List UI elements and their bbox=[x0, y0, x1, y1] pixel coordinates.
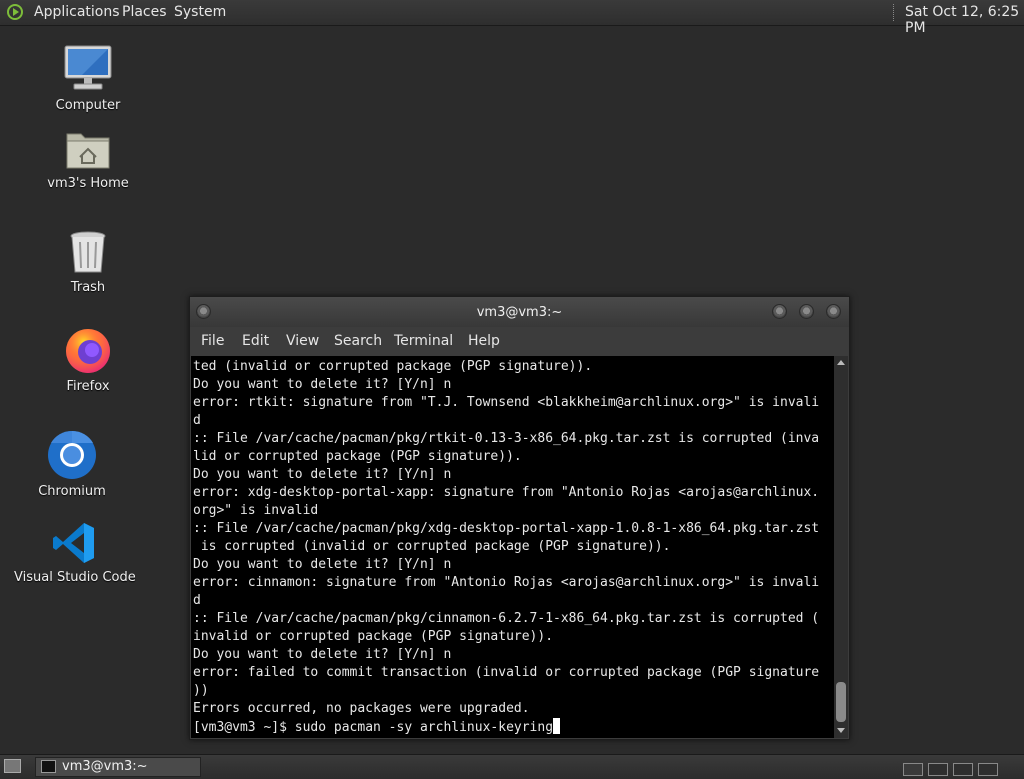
panel-separator bbox=[893, 4, 896, 21]
terminal-line: d bbox=[193, 593, 201, 608]
desktop-icon-label: Computer bbox=[55, 98, 121, 113]
desktop-icon-home[interactable]: vm3's Home bbox=[28, 128, 148, 191]
chromium-icon bbox=[48, 430, 96, 479]
terminal-line: :: File /var/cache/pacman/pkg/rtkit-0.13… bbox=[193, 431, 820, 446]
workspace-3[interactable] bbox=[953, 763, 973, 776]
terminal-line: error: failed to commit transaction (inv… bbox=[193, 665, 820, 680]
desktop-icon-label: Chromium bbox=[38, 484, 106, 499]
desktop-icon-label: Firefox bbox=[66, 379, 110, 394]
terminal-line: error: rtkit: signature from "T.J. Towns… bbox=[193, 395, 820, 410]
computer-icon bbox=[64, 45, 112, 90]
desktop-icon-trash[interactable]: Trash bbox=[28, 228, 148, 295]
terminal-line: Do you want to delete it? [Y/n] n bbox=[193, 557, 452, 572]
applications-menu-icon[interactable] bbox=[7, 4, 23, 20]
workspace-2[interactable] bbox=[928, 763, 948, 776]
desktop-icon-vscode[interactable]: Visual Studio Code bbox=[14, 520, 136, 585]
close-button[interactable] bbox=[826, 304, 841, 319]
terminal-line: :: File /var/cache/pacman/pkg/xdg-deskto… bbox=[193, 521, 820, 536]
desktop-icon-label: Visual Studio Code bbox=[14, 570, 136, 585]
desktop-icon-chromium[interactable]: Chromium bbox=[12, 430, 132, 499]
places-menu[interactable]: Places bbox=[122, 4, 167, 20]
text-cursor bbox=[553, 718, 561, 734]
menu-file[interactable]: File bbox=[201, 333, 224, 349]
clock[interactable]: Sat Oct 12, 6:25 PM bbox=[905, 4, 1024, 36]
terminal-output[interactable]: ted (invalid or corrupted package (PGP s… bbox=[191, 356, 834, 738]
taskbar-item-label: vm3@vm3:~ bbox=[62, 759, 148, 774]
firefox-icon bbox=[66, 329, 110, 373]
menu-help[interactable]: Help bbox=[468, 333, 500, 349]
top-panel: Applications Places System Sat Oct 12, 6… bbox=[0, 0, 1024, 36]
terminal-text: ted (invalid or corrupted package (PGP s… bbox=[193, 358, 819, 737]
scroll-down-arrow-icon[interactable] bbox=[837, 728, 845, 733]
terminal-line: is corrupted (invalid or corrupted packa… bbox=[193, 539, 671, 554]
terminal-line: Do you want to delete it? [Y/n] n bbox=[193, 467, 452, 482]
taskbar-item-terminal[interactable]: vm3@vm3:~ bbox=[35, 757, 201, 777]
home-folder-icon bbox=[66, 133, 110, 169]
vscode-icon bbox=[53, 523, 94, 563]
terminal-line: :: File /var/cache/pacman/pkg/cinnamon-6… bbox=[193, 611, 820, 626]
terminal-line: ted (invalid or corrupted package (PGP s… bbox=[193, 359, 593, 374]
terminal-window[interactable]: vm3@vm3:~ File Edit View Search Terminal… bbox=[189, 296, 850, 740]
terminal-line: org>" is invalid bbox=[193, 503, 319, 518]
terminal-line: Errors occurred, no packages were upgrad… bbox=[193, 701, 530, 716]
terminal-line: lid or corrupted package (PGP signature)… bbox=[193, 449, 522, 464]
bottom-panel: vm3@vm3:~ bbox=[0, 754, 1024, 779]
shell-prompt: [vm3@vm3 ~]$ bbox=[193, 720, 295, 735]
command-input[interactable]: sudo pacman -sy archlinux-keyring bbox=[295, 720, 553, 735]
system-menu[interactable]: System bbox=[174, 4, 226, 20]
terminal-line: error: cinnamon: signature from "Antonio… bbox=[193, 575, 820, 590]
menu-view[interactable]: View bbox=[286, 333, 319, 349]
terminal-line: invalid or corrupted package (PGP signat… bbox=[193, 629, 554, 644]
window-title: vm3@vm3:~ bbox=[476, 305, 563, 320]
terminal-line: d bbox=[193, 413, 201, 428]
terminal-line: Do you want to delete it? [Y/n] n bbox=[193, 647, 452, 662]
maximize-button[interactable] bbox=[799, 304, 814, 319]
terminal-line: Do you want to delete it? [Y/n] n bbox=[193, 377, 452, 392]
menu-edit[interactable]: Edit bbox=[242, 333, 269, 349]
terminal-title-bar[interactable]: vm3@vm3:~ bbox=[190, 297, 849, 327]
scroll-up-arrow-icon[interactable] bbox=[837, 360, 845, 365]
terminal-line: error: xdg-desktop-portal-xapp: signatur… bbox=[193, 485, 820, 500]
workspace-1[interactable] bbox=[903, 763, 923, 776]
desktop-icon-label: vm3's Home bbox=[47, 176, 129, 191]
terminal-line: )) bbox=[193, 683, 209, 698]
terminal-menubar: File Edit View Search Terminal Help bbox=[190, 327, 849, 355]
show-desktop-icon[interactable] bbox=[4, 759, 21, 773]
minimize-button[interactable] bbox=[772, 304, 787, 319]
menu-search[interactable]: Search bbox=[334, 333, 382, 349]
desktop-icon-computer[interactable]: Computer bbox=[28, 44, 148, 113]
scrollbar-thumb[interactable] bbox=[836, 682, 846, 722]
trash-icon bbox=[70, 231, 106, 273]
terminal-icon bbox=[41, 760, 56, 773]
terminal-scrollbar[interactable] bbox=[834, 356, 848, 738]
desktop-icon-label: Trash bbox=[70, 280, 106, 295]
desktop-icon-firefox[interactable]: Firefox bbox=[28, 325, 148, 394]
menu-terminal[interactable]: Terminal bbox=[394, 333, 453, 349]
workspace-4[interactable] bbox=[978, 763, 998, 776]
applications-menu[interactable]: Applications bbox=[34, 4, 120, 20]
